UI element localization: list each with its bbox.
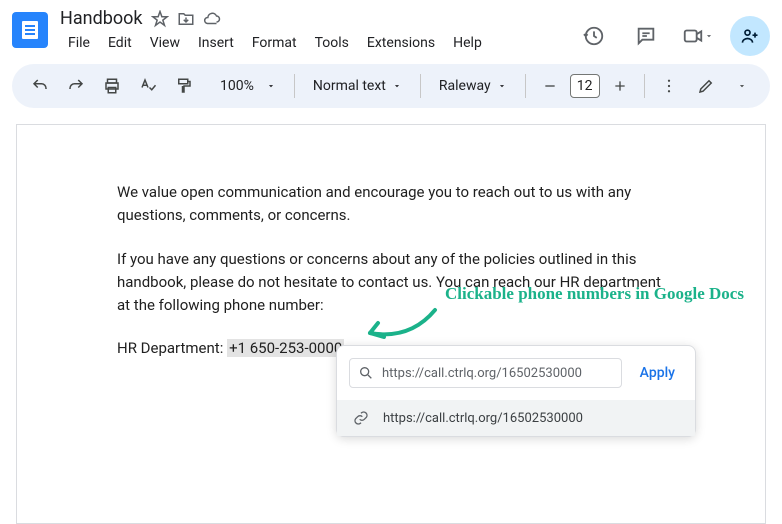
menu-edit[interactable]: Edit bbox=[100, 31, 140, 55]
cloud-icon[interactable] bbox=[203, 10, 221, 28]
link-url-input[interactable] bbox=[382, 366, 613, 381]
menu-extensions[interactable]: Extensions bbox=[359, 31, 443, 55]
menu-tools[interactable]: Tools bbox=[307, 31, 357, 55]
link-search-field[interactable] bbox=[349, 358, 622, 388]
edit-mode-icon[interactable] bbox=[690, 70, 722, 102]
meet-icon[interactable] bbox=[678, 16, 718, 56]
apply-button[interactable]: Apply bbox=[632, 365, 683, 381]
more-icon[interactable] bbox=[653, 70, 685, 102]
star-icon[interactable] bbox=[151, 10, 169, 28]
font-size-input[interactable] bbox=[570, 74, 600, 98]
menu-format[interactable]: Format bbox=[244, 31, 305, 55]
paint-format-icon[interactable] bbox=[168, 70, 200, 102]
search-icon bbox=[358, 365, 374, 381]
mode-dropdown[interactable] bbox=[726, 70, 758, 102]
paragraph: We value open communication and encourag… bbox=[117, 181, 665, 228]
toolbar: 100% Normal text Raleway bbox=[12, 64, 770, 108]
link-result-text: https://call.ctrlq.org/16502530000 bbox=[383, 411, 583, 426]
undo-icon[interactable] bbox=[24, 70, 56, 102]
link-suggestion[interactable]: https://call.ctrlq.org/16502530000 bbox=[337, 400, 695, 436]
comments-icon[interactable] bbox=[626, 16, 666, 56]
font-decrease[interactable] bbox=[534, 70, 566, 102]
link-icon bbox=[353, 410, 369, 426]
print-icon[interactable] bbox=[96, 70, 128, 102]
annotation-arrow bbox=[360, 305, 440, 345]
phone-link[interactable]: +1 650-253-0000 bbox=[227, 339, 344, 357]
font-select[interactable]: Raleway bbox=[429, 78, 517, 94]
style-select[interactable]: Normal text bbox=[303, 78, 412, 94]
history-icon[interactable] bbox=[574, 16, 614, 56]
font-increase[interactable] bbox=[604, 70, 636, 102]
menu-help[interactable]: Help bbox=[445, 31, 490, 55]
share-button[interactable] bbox=[730, 16, 770, 56]
spellcheck-icon[interactable] bbox=[132, 70, 164, 102]
menu-file[interactable]: File bbox=[60, 31, 98, 55]
annotation-text: Clickable phone numbers in Google Docs bbox=[445, 284, 744, 304]
menu-bar: File Edit View Insert Format Tools Exten… bbox=[60, 31, 490, 55]
zoom-select[interactable]: 100% bbox=[204, 78, 286, 94]
docs-logo[interactable] bbox=[12, 12, 48, 48]
redo-icon[interactable] bbox=[60, 70, 92, 102]
menu-insert[interactable]: Insert bbox=[190, 31, 242, 55]
link-popup: Apply https://call.ctrlq.org/16502530000 bbox=[336, 345, 696, 437]
menu-view[interactable]: View bbox=[142, 31, 188, 55]
move-icon[interactable] bbox=[177, 10, 195, 28]
doc-title[interactable]: Handbook bbox=[60, 8, 143, 29]
